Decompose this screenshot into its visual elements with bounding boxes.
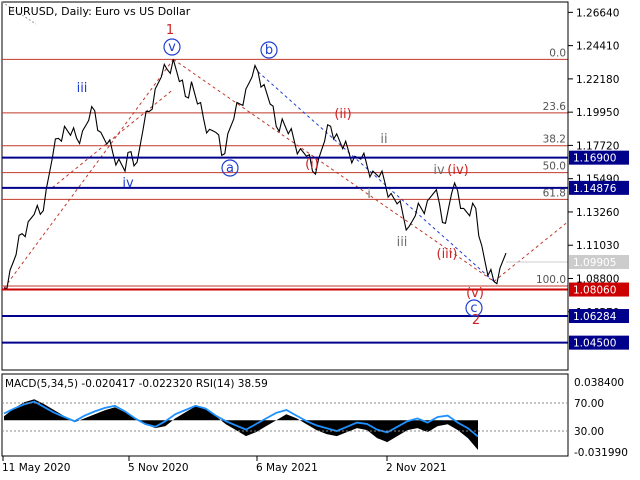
wave-label: ii bbox=[380, 132, 387, 147]
symbol-label: EURUSD, Daily: bbox=[8, 5, 92, 18]
date-tick-label: 6 May 2021 bbox=[256, 462, 318, 474]
indicator-tick-label: 70.00 bbox=[574, 398, 604, 410]
wave-label: i bbox=[367, 187, 371, 202]
wave-label: (ii) bbox=[334, 107, 351, 122]
price-tick-label: 1.17720 bbox=[576, 140, 619, 152]
key-level-value: 1.06284 bbox=[573, 311, 617, 323]
price-tick-label: 1.19950 bbox=[576, 107, 619, 119]
key-level-value: 1.16900 bbox=[573, 153, 616, 165]
indicator-title: MACD(5,34,5) -0.020417 -0.022320 RSI(14)… bbox=[5, 378, 268, 390]
date-tick-label: 2 Nov 2021 bbox=[386, 462, 447, 474]
indicator-tick-label: -0.031990 bbox=[574, 447, 628, 459]
chart-canvas: EURUSD, Daily: Euro vs US Dollar 0.0 23.6… bbox=[0, 0, 640, 480]
wave-label: iv bbox=[122, 176, 134, 191]
price-tick-label: 1.13260 bbox=[576, 207, 619, 219]
price-tick-label: 1.11030 bbox=[576, 240, 619, 252]
fib-level-label: 0.0 bbox=[549, 47, 566, 59]
wave-label: iii bbox=[397, 235, 408, 250]
wave-label: (v) bbox=[466, 286, 484, 301]
wave-label: (iii) bbox=[437, 247, 458, 262]
wave-label: a bbox=[226, 161, 234, 176]
current-price-value: 1.09905 bbox=[573, 257, 616, 269]
date-tick-label: 5 Nov 2020 bbox=[128, 462, 189, 474]
price-tick-label: 1.22180 bbox=[576, 74, 619, 86]
key-level-value: 1.14876 bbox=[573, 183, 617, 195]
price-tick-label: 1.26640 bbox=[576, 7, 619, 19]
wave-label: (iv) bbox=[447, 163, 468, 178]
date-tick-label: 11 May 2020 bbox=[2, 462, 70, 474]
symbol-description: Euro vs US Dollar bbox=[95, 5, 191, 18]
fib-level-label: 50.0 bbox=[543, 161, 566, 173]
wave-label: 2 bbox=[472, 313, 480, 328]
fib-level-label: 61.8 bbox=[543, 187, 566, 199]
wave-label: b bbox=[265, 43, 273, 58]
wave-label: iii bbox=[77, 81, 88, 96]
wave-label: (i) bbox=[305, 157, 319, 172]
fib-level-label: 100.0 bbox=[536, 274, 566, 286]
wave-label: v bbox=[168, 40, 176, 55]
key-level-value: 1.08060 bbox=[573, 285, 616, 297]
indicator-tick-label: 0.038400 bbox=[574, 377, 624, 389]
wave-label: 1 bbox=[166, 23, 174, 38]
chart-background bbox=[0, 0, 640, 480]
key-level-value: 1.04500 bbox=[573, 338, 616, 350]
fib-level-label: 38.2 bbox=[543, 134, 566, 146]
fib-level-label: 23.6 bbox=[543, 101, 567, 113]
wave-label: iv bbox=[433, 163, 445, 178]
price-tick-label: 1.24410 bbox=[576, 41, 619, 53]
indicator-tick-label: 30.00 bbox=[574, 426, 604, 438]
